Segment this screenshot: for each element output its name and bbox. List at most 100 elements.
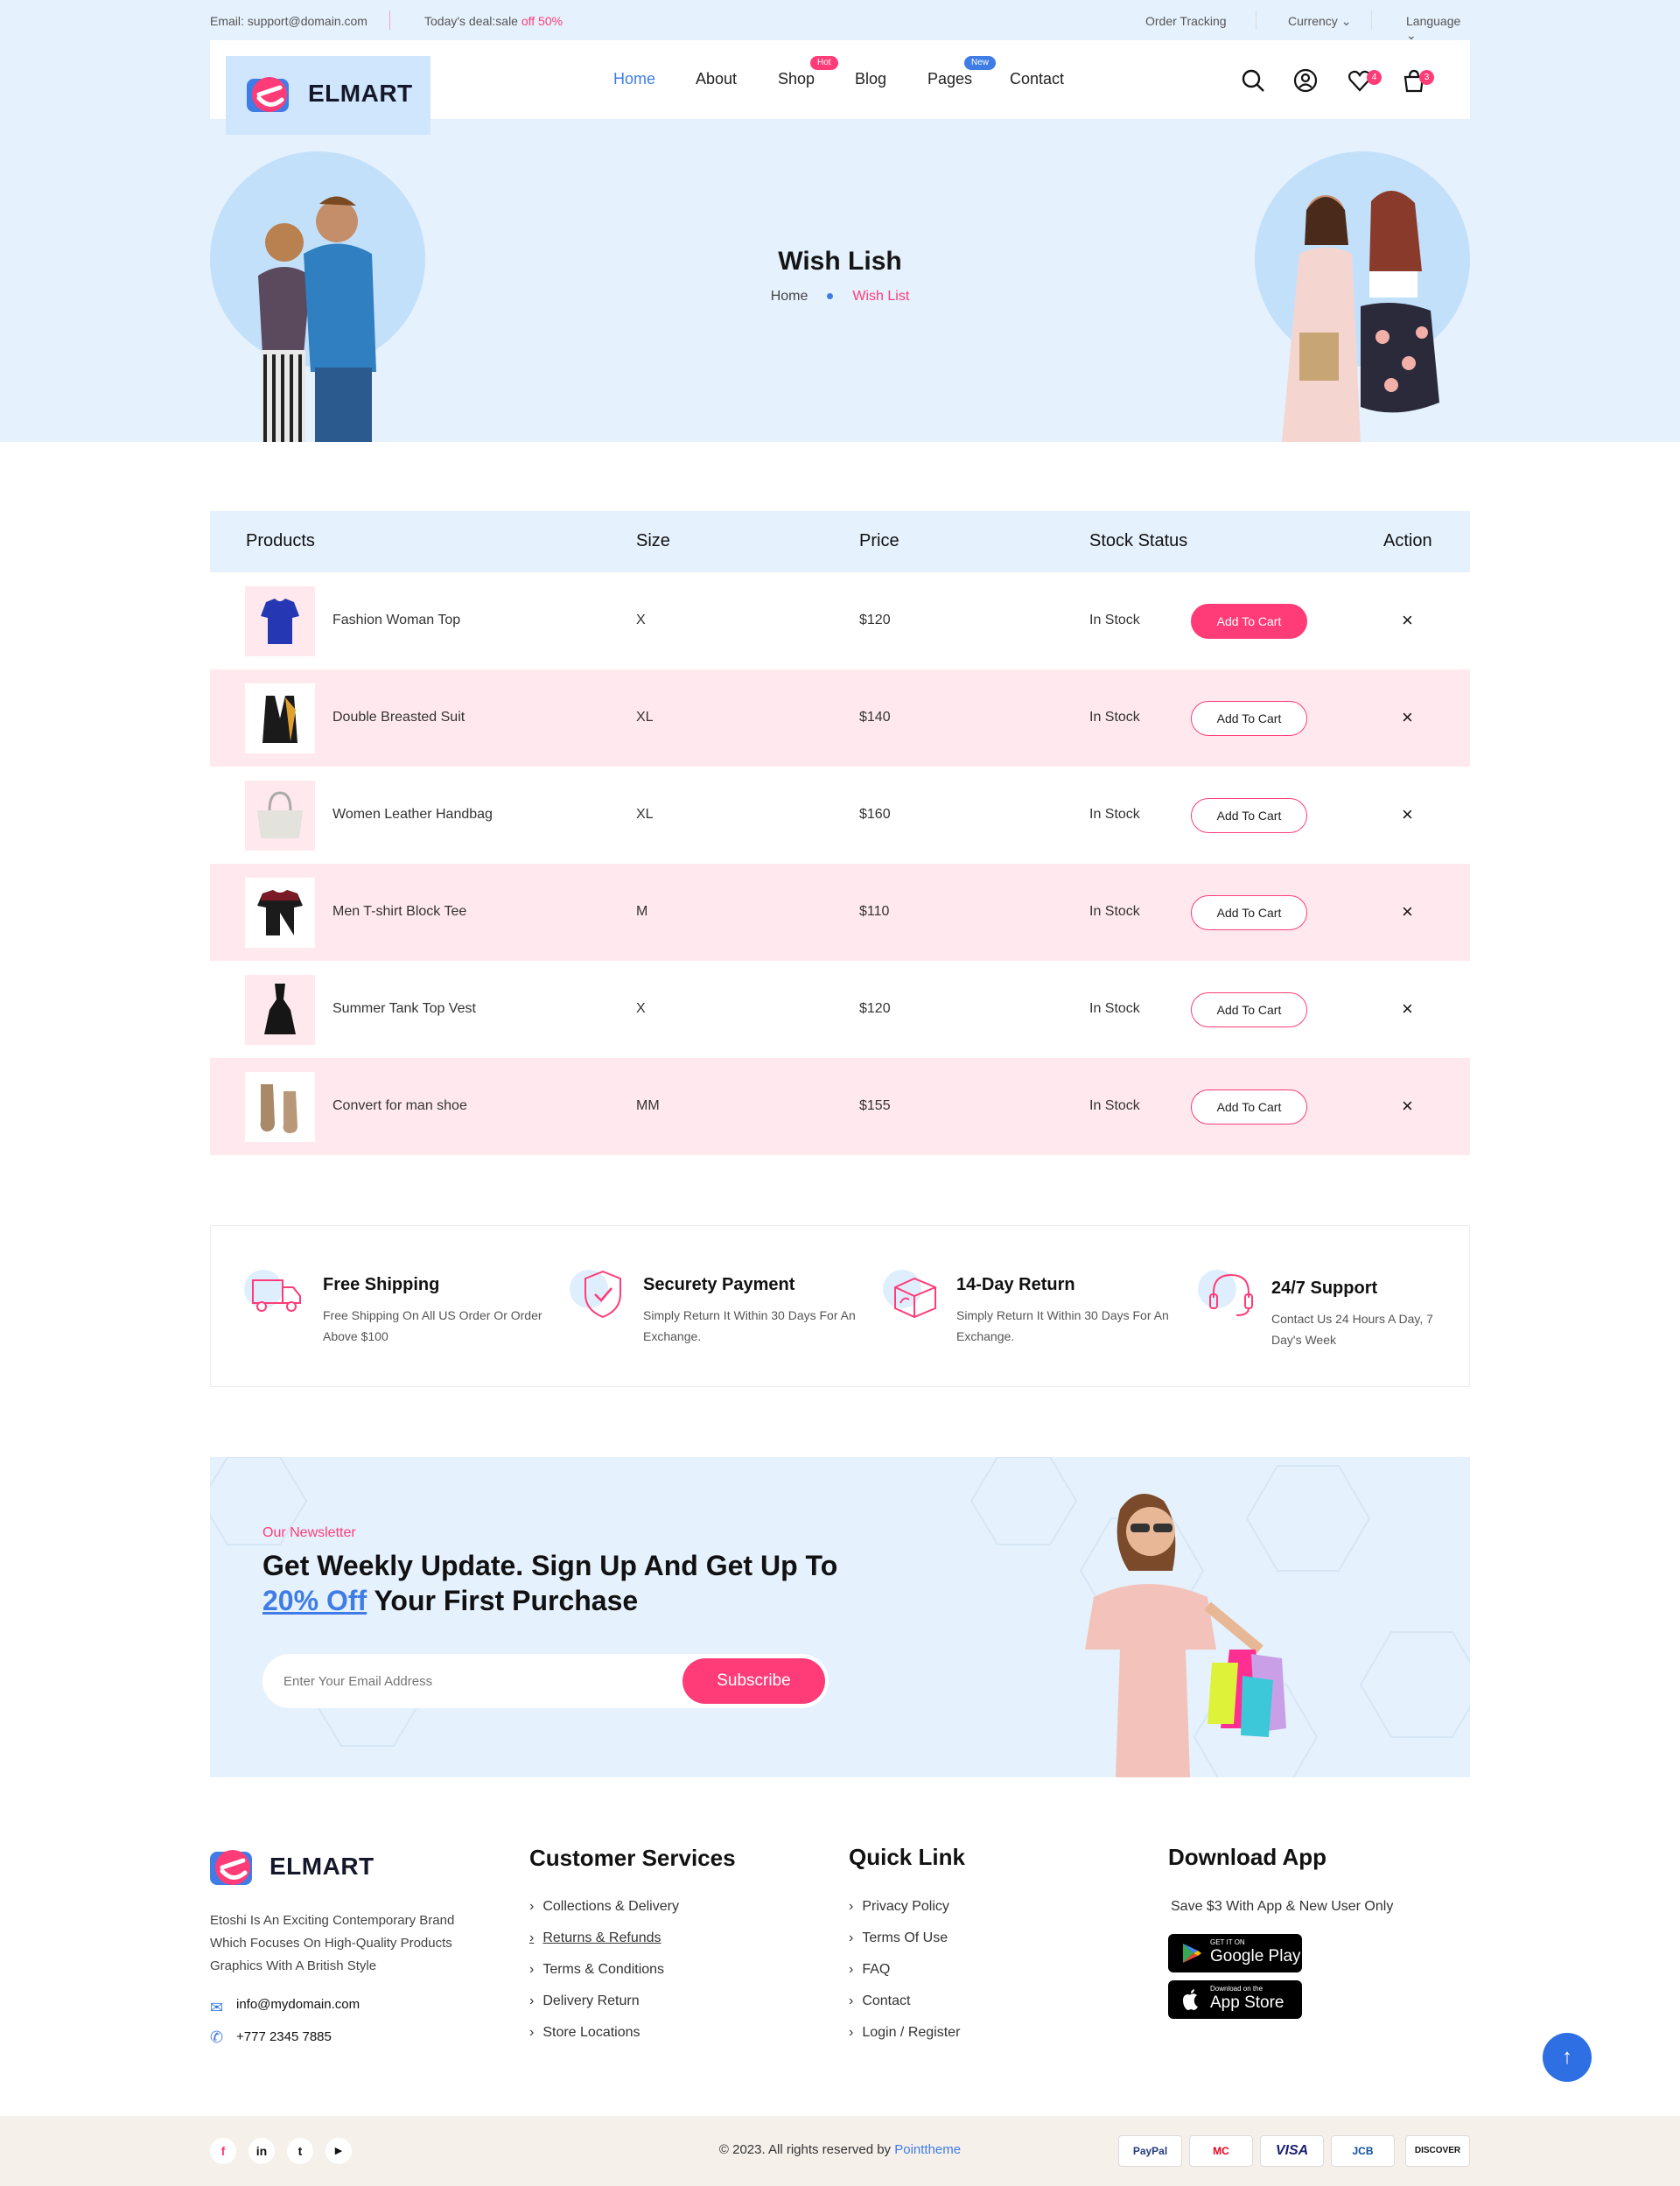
- breadcrumb: Home Wish List: [0, 289, 1680, 305]
- app-store-label: App Store: [1210, 1993, 1284, 2012]
- deal-highlight: off 50%: [521, 14, 564, 28]
- divider: [1371, 11, 1372, 30]
- product-price: $155: [859, 1098, 891, 1113]
- cart-count-badge: 3: [1419, 70, 1434, 85]
- subscribe-button[interactable]: Subscribe: [682, 1658, 825, 1704]
- add-to-cart-button[interactable]: Add To Cart: [1191, 992, 1307, 1027]
- features-strip: Free Shipping Free Shipping On All US Or…: [210, 1225, 1470, 1387]
- language-dropdown[interactable]: Language ⌄: [1406, 14, 1470, 43]
- shopping-woman-image: [1085, 1494, 1286, 1777]
- visa-icon: VISA: [1260, 2135, 1324, 2167]
- add-to-cart-button[interactable]: Add To Cart: [1191, 604, 1307, 639]
- footer-phone[interactable]: +777 2345 7885: [236, 2029, 332, 2044]
- shoe-image: [260, 1084, 298, 1133]
- couple-image: [258, 196, 376, 442]
- google-play-label: Google Play: [1210, 1947, 1301, 1965]
- stock-status: In Stock: [1089, 904, 1140, 919]
- product-name[interactable]: Convert for man shoe: [332, 1098, 467, 1114]
- language-label: Language: [1406, 14, 1461, 28]
- product-name[interactable]: Fashion Woman Top: [332, 613, 460, 628]
- feature-desc: Free Shipping On All US Order Or Order A…: [323, 1308, 542, 1343]
- product-name[interactable]: Double Breasted Suit: [332, 710, 465, 725]
- add-to-cart-button[interactable]: Add To Cart: [1191, 895, 1307, 930]
- footer-link[interactable]: Terms & Conditions: [529, 1962, 664, 1978]
- col-action: Action: [1383, 531, 1432, 550]
- order-tracking-link[interactable]: Order Tracking: [1145, 14, 1227, 28]
- footer-link[interactable]: Contact: [849, 1993, 910, 2009]
- product-image[interactable]: [245, 683, 315, 753]
- top-image: [261, 599, 299, 644]
- feature-desc: Simply Return It Within 30 Days For An E…: [643, 1308, 856, 1343]
- search-icon[interactable]: [1241, 68, 1265, 93]
- footer-email[interactable]: info@mydomain.com: [236, 1997, 360, 2012]
- product-image[interactable]: [245, 586, 315, 656]
- add-to-cart-button[interactable]: Add To Cart: [1191, 1089, 1307, 1125]
- google-play-icon: [1183, 1944, 1201, 1963]
- footer-link[interactable]: Collections & Delivery: [529, 1899, 679, 1915]
- nav-shop[interactable]: Shop: [778, 70, 815, 88]
- user-icon[interactable]: [1293, 68, 1318, 93]
- shield-check-icon: [570, 1270, 621, 1319]
- feature-title: 24/7 Support: [1271, 1279, 1378, 1298]
- mastercard-icon: MC: [1189, 2135, 1253, 2167]
- discover-icon: DISCOVER: [1405, 2135, 1470, 2167]
- nav-about[interactable]: About: [696, 70, 737, 88]
- scroll-to-top-button[interactable]: ↑: [1543, 2033, 1592, 2082]
- breadcrumb-home[interactable]: Home: [771, 289, 808, 304]
- product-image[interactable]: [245, 781, 315, 851]
- footer-link[interactable]: Privacy Policy: [849, 1899, 949, 1915]
- product-image[interactable]: [245, 1072, 315, 1142]
- footer-link[interactable]: Returns & Refunds: [529, 1930, 661, 1946]
- remove-icon[interactable]: ×: [1402, 999, 1413, 1019]
- remove-icon[interactable]: ×: [1402, 708, 1413, 727]
- add-to-cart-button[interactable]: Add To Cart: [1191, 701, 1307, 736]
- nav-pages[interactable]: Pages: [928, 70, 972, 88]
- remove-icon[interactable]: ×: [1402, 902, 1413, 921]
- footer-link[interactable]: Terms Of Use: [849, 1930, 948, 1946]
- table-row: Convert for man shoe MM $155 In Stock Ad…: [210, 1058, 1470, 1155]
- product-name[interactable]: Men T-shirt Block Tee: [332, 904, 466, 920]
- newsletter-highlight: 20% Off: [262, 1585, 368, 1616]
- nav-contact[interactable]: Contact: [1010, 70, 1064, 88]
- footer-link[interactable]: FAQ: [849, 1962, 890, 1978]
- add-to-cart-button[interactable]: Add To Cart: [1191, 798, 1307, 833]
- nav-home[interactable]: Home: [613, 70, 655, 88]
- footer-link[interactable]: Login / Register: [849, 2025, 960, 2041]
- feature-title: Securety Payment: [643, 1275, 795, 1294]
- currency-dropdown[interactable]: Currency ⌄: [1288, 14, 1351, 29]
- product-size: XL: [636, 807, 654, 822]
- newsletter-line2: Your First Purchase: [367, 1585, 639, 1616]
- product-size: X: [636, 1001, 646, 1016]
- email-input[interactable]: [284, 1670, 651, 1692]
- newsletter-tag: Our Newsletter: [262, 1525, 356, 1540]
- copyright-brand-link[interactable]: Pointtheme: [894, 2142, 961, 2157]
- divider: [389, 11, 390, 30]
- logo[interactable]: ELMART: [226, 56, 430, 135]
- nav-blog[interactable]: Blog: [855, 70, 886, 88]
- product-size: X: [636, 613, 646, 627]
- product-image[interactable]: [245, 975, 315, 1045]
- table-row: Men T-shirt Block Tee M $110 In Stock Ad…: [210, 864, 1470, 961]
- feature-desc: Contact Us 24 Hours A Day, 7 Day's Week: [1271, 1312, 1433, 1347]
- product-name[interactable]: Women Leather Handbag: [332, 807, 493, 823]
- google-play-button[interactable]: GET IT ON Google Play: [1168, 1934, 1302, 1972]
- product-name[interactable]: Summer Tank Top Vest: [332, 1001, 476, 1017]
- wishlist-count-badge: 4: [1367, 70, 1382, 85]
- footer-logo-mark-icon: [210, 1850, 252, 1885]
- footer-link[interactable]: Delivery Return: [529, 1993, 639, 2009]
- newsletter-form: Subscribe: [262, 1654, 829, 1708]
- app-store-button[interactable]: Download on the App Store: [1168, 1980, 1302, 2019]
- remove-icon[interactable]: ×: [1402, 611, 1413, 630]
- product-size: MM: [636, 1098, 660, 1113]
- footer-link[interactable]: Store Locations: [529, 2025, 640, 2041]
- customer-services-title: Customer Services: [529, 1845, 736, 1871]
- stock-status: In Stock: [1089, 1001, 1140, 1016]
- apple-icon: [1183, 1989, 1198, 2010]
- remove-icon[interactable]: ×: [1402, 1097, 1413, 1116]
- quick-link-title: Quick Link: [849, 1844, 965, 1870]
- product-image[interactable]: [245, 878, 315, 948]
- remove-icon[interactable]: ×: [1402, 805, 1413, 824]
- two-women-image: [1282, 190, 1439, 442]
- tank-top-image: [264, 984, 296, 1034]
- footer-about: Etoshi Is An Exciting Contemporary Brand…: [210, 1913, 455, 1973]
